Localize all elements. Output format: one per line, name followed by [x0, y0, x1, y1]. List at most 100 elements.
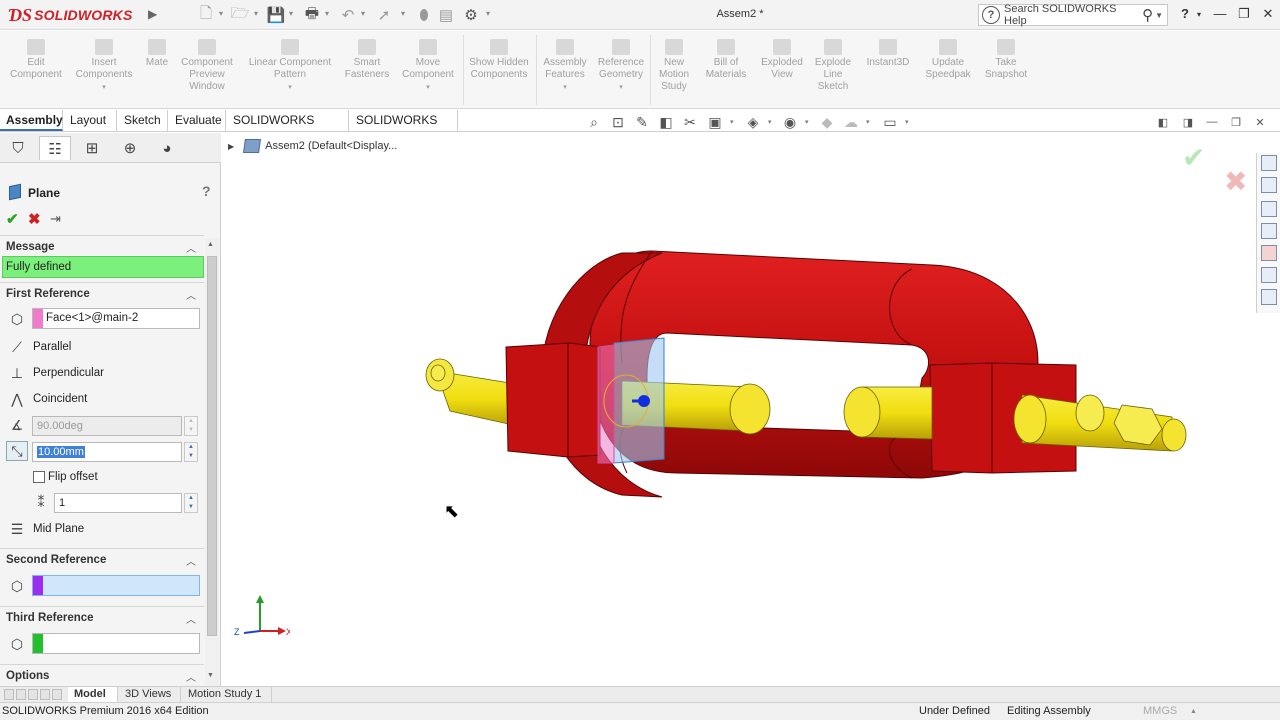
dimxpert-manager-tab-icon[interactable]: ⊕	[114, 136, 146, 160]
help-search-box[interactable]: ? Search SOLIDWORKS Help ⚲ ▼	[978, 3, 1168, 27]
configuration-manager-tab-icon[interactable]: ⊞	[76, 136, 108, 160]
forum-icon[interactable]	[1261, 289, 1277, 305]
perpendicular-icon[interactable]: ⊥	[6, 363, 28, 383]
view-settings-icon[interactable]: ▭	[881, 113, 899, 131]
appearances-icon[interactable]	[1261, 245, 1277, 261]
caret-icon[interactable]: ▾	[538, 82, 592, 94]
angle-input[interactable]: 90.00deg	[32, 416, 182, 436]
third-reference-selection-box[interactable]	[32, 633, 200, 654]
custom-properties-icon[interactable]	[1261, 267, 1277, 283]
section-view-icon[interactable]: ◧	[657, 113, 675, 131]
new-caret-icon[interactable]: ▾	[219, 9, 223, 18]
parallel-icon[interactable]: ⟋	[6, 337, 28, 357]
undo-caret-icon[interactable]: ▾	[361, 9, 365, 18]
print-caret-icon[interactable]: ▾	[325, 9, 329, 18]
new-motion-study-button[interactable]: New Motion Study	[652, 39, 696, 93]
second-reference-header[interactable]: Second Reference ︿	[0, 548, 204, 570]
offset-distance-input[interactable]: 10.00mm	[32, 442, 182, 462]
mid-plane-option[interactable]: Mid Plane	[33, 523, 84, 535]
caret-icon[interactable]: ▾	[242, 82, 338, 94]
design-library-icon[interactable]	[1261, 177, 1277, 193]
offset-distance-icon[interactable]: ⤡	[6, 441, 28, 461]
component-preview-window-button[interactable]: Component Preview Window	[176, 39, 238, 93]
scroll-thumb[interactable]	[207, 256, 217, 636]
tab-assembly[interactable]: Assembly	[0, 110, 63, 131]
open-caret-icon[interactable]: ▾	[254, 9, 258, 18]
panel-scrollbar[interactable]: ▲ ▼	[205, 238, 219, 686]
tile-left-icon[interactable]: ◧	[1154, 113, 1172, 131]
coincident-option[interactable]: Coincident	[33, 393, 87, 405]
tab-3d-views[interactable]: 3D Views	[119, 687, 181, 702]
tab-addins[interactable]: SOLIDWORKS Add-Ins	[227, 110, 349, 148]
undo-icon[interactable]: ↶	[338, 5, 358, 25]
tab-mbd[interactable]: SOLIDWORKS MBD	[350, 110, 458, 148]
linear-component-pattern-button[interactable]: Linear Component Pattern ▾	[242, 39, 338, 94]
solidworks-logo[interactable]: ƊS SOLIDWORKS	[8, 3, 133, 27]
tab-evaluate[interactable]: Evaluate	[169, 110, 226, 131]
select-caret-icon[interactable]: ▾	[401, 9, 405, 18]
edit-appearance-icon[interactable]: ◆	[818, 113, 836, 131]
save-caret-icon[interactable]: ▾	[289, 9, 293, 18]
close-window-icon[interactable]: ✕	[1260, 6, 1276, 22]
red-link[interactable]	[505, 250, 1077, 498]
tab-motion-study[interactable]: Motion Study 1	[182, 687, 272, 702]
perpendicular-option[interactable]: Perpendicular	[33, 367, 104, 379]
display-manager-tab-icon[interactable]: ◕	[151, 136, 183, 160]
caret-icon[interactable]: ▾	[594, 82, 648, 94]
count-spinner[interactable]: ▲ ▼	[184, 493, 198, 513]
hide-show-caret-icon[interactable]: ▾	[805, 118, 809, 126]
graphics-area[interactable]: ▶ Assem2 (Default<Display... ✔ ✖ Z X ⬉	[222, 133, 1280, 686]
mid-plane-icon[interactable]: ☰	[6, 519, 28, 539]
options-section-header[interactable]: Options ︿	[0, 664, 204, 686]
close-doc-icon[interactable]: ✕	[1251, 113, 1269, 131]
display-style-icon[interactable]: ◈	[744, 113, 762, 131]
insert-components-button[interactable]: Insert Components ▾	[70, 39, 138, 94]
previous-view-icon[interactable]: ✎	[633, 113, 651, 131]
scroll-down-icon[interactable]: ▼	[207, 672, 214, 679]
save-icon[interactable]: 💾	[266, 5, 286, 25]
print-icon[interactable]: 🖶	[302, 5, 322, 25]
parallel-option[interactable]: Parallel	[33, 341, 71, 353]
options-gear-icon[interactable]: ⚙	[461, 5, 481, 25]
collapse-chevron-icon[interactable]: ︿	[186, 669, 196, 684]
take-snapshot-button[interactable]: Take Snapshot	[980, 39, 1032, 81]
next-tab-nav[interactable]	[28, 689, 38, 700]
update-speedpak-button[interactable]: Update Speedpak	[920, 39, 976, 81]
ok-check-icon[interactable]: ✔	[6, 210, 19, 228]
flip-offset-label[interactable]: Flip offset	[48, 471, 98, 483]
offset-spinner[interactable]: ▲ ▼	[184, 442, 198, 462]
help-caret-icon[interactable]: ▾	[1191, 10, 1207, 19]
minimize-window-icon[interactable]: —	[1212, 6, 1228, 21]
reference-geometry-button[interactable]: Reference Geometry ▾	[594, 39, 648, 94]
caret-icon[interactable]: ▾	[396, 82, 460, 94]
keep-visible-pin-icon[interactable]: ⇥	[50, 211, 61, 227]
cancel-x-icon[interactable]: ✖	[28, 210, 41, 228]
tab-list-nav[interactable]	[52, 689, 62, 700]
bill-of-materials-button[interactable]: Bill of Materials	[700, 39, 752, 81]
search-caret-icon[interactable]: ▼	[1155, 11, 1163, 20]
file-explorer-icon[interactable]	[1261, 201, 1277, 217]
move-component-button[interactable]: Move Component ▾	[396, 39, 460, 94]
restore-window-icon[interactable]: ❐	[1236, 6, 1252, 22]
edit-component-button[interactable]: Edit Component	[6, 39, 66, 81]
collapse-chevron-icon[interactable]: ︿	[186, 553, 196, 568]
message-section-header[interactable]: Message ︿	[0, 235, 204, 257]
first-reference-selection-box[interactable]: Face<1>@main-2	[32, 308, 200, 329]
center-pin-right[interactable]	[843, 386, 933, 440]
plane-preview[interactable]	[597, 337, 665, 464]
status-units[interactable]: MMGS	[1143, 705, 1177, 717]
dynamic-annotation-icon[interactable]: ✂	[681, 113, 699, 131]
file-properties-icon[interactable]: ▤	[436, 5, 456, 25]
tab-model[interactable]: Model	[68, 687, 118, 702]
flip-offset-checkbox[interactable]	[33, 471, 45, 483]
units-caret-icon[interactable]: ▲	[1190, 708, 1197, 715]
collapse-chevron-icon[interactable]: ︿	[186, 611, 196, 626]
collapse-chevron-icon[interactable]: ︿	[186, 287, 196, 302]
minimize-doc-icon[interactable]: —	[1203, 113, 1221, 131]
assembly-features-button[interactable]: Assembly Features ▾	[538, 39, 592, 94]
apply-scene-icon[interactable]: ☁	[842, 113, 860, 131]
tab-sketch[interactable]: Sketch	[118, 110, 168, 131]
menu-expand-icon[interactable]: ▶	[148, 7, 157, 21]
property-manager-tab-icon[interactable]: ☷	[39, 136, 71, 160]
solidworks-resources-icon[interactable]	[1261, 155, 1277, 171]
